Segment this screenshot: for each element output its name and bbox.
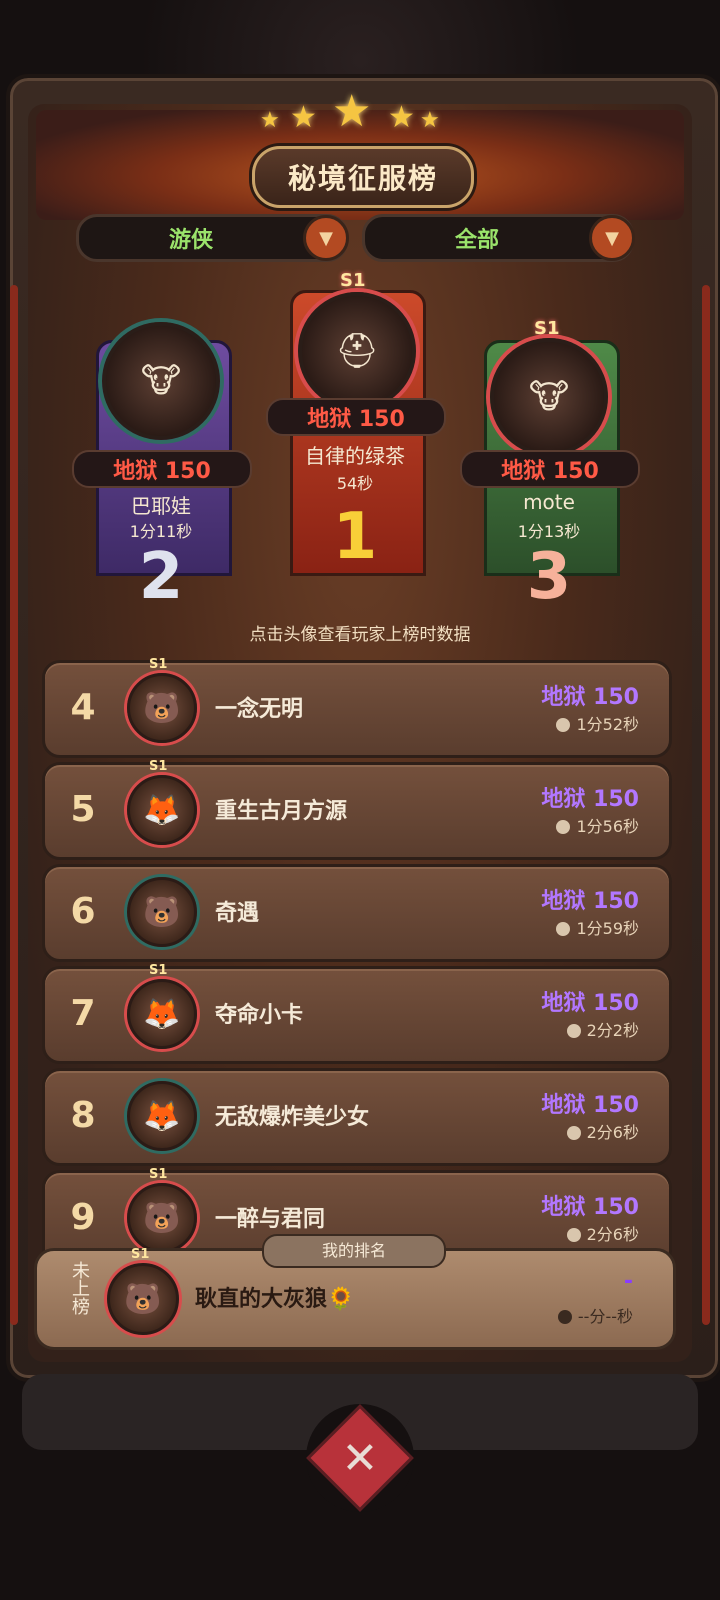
difficulty-label: 地狱 150 bbox=[541, 787, 639, 812]
rank-1-number: 1 bbox=[332, 500, 378, 574]
difficulty-label: - bbox=[623, 1269, 633, 1294]
season-badge: S1 bbox=[149, 759, 168, 774]
season-badge: S1 bbox=[149, 963, 168, 978]
rank-number: 7 bbox=[70, 993, 96, 1034]
fox-avatar-icon[interactable]: 🦊 bbox=[127, 775, 197, 845]
fox-avatar-icon[interactable]: 🦊 bbox=[127, 1081, 197, 1151]
scope-filter-dropdown[interactable]: 全部 ▼ bbox=[362, 214, 635, 262]
scope-filter-label: 全部 bbox=[454, 228, 499, 253]
difficulty-label: 地狱 150 bbox=[541, 1195, 639, 1220]
rank-3-time: 1分13秒 bbox=[517, 522, 581, 541]
player-name: 奇遇 bbox=[215, 901, 260, 926]
season-badge: S1 bbox=[131, 1247, 150, 1262]
helmet-warrior-icon[interactable]: ⛑ bbox=[298, 292, 416, 410]
difficulty-label: 地狱 150 bbox=[541, 685, 639, 710]
my-rank-tag: 我的排名 bbox=[262, 1234, 446, 1268]
bear-avatar-icon[interactable]: 🐻 bbox=[127, 1183, 197, 1253]
ranking-row[interactable]: 7 🦊 S1 夺命小卡 地狱 150 2分2秒 bbox=[42, 963, 672, 1064]
difficulty-label: 地狱 150 bbox=[541, 1093, 639, 1118]
class-filter-label: 游侠 bbox=[168, 228, 213, 253]
player-name: 一念无明 bbox=[215, 697, 304, 722]
ranking-row[interactable]: 6 🐻 奇遇 地狱 150 1分59秒 bbox=[42, 864, 672, 962]
rank-number: 8 bbox=[70, 1095, 96, 1136]
close-button[interactable]: ✕ bbox=[306, 1404, 414, 1512]
right-rail bbox=[702, 285, 710, 1325]
rank-1-time: 54秒 bbox=[336, 474, 374, 493]
chevron-down-icon[interactable]: ▼ bbox=[589, 215, 635, 261]
clock-icon bbox=[556, 922, 571, 936]
player-name: 重生古月方源 bbox=[215, 799, 348, 824]
rank-number: 6 bbox=[70, 891, 96, 932]
season-badge: S1 bbox=[534, 318, 560, 339]
hint-text: 点击头像查看玩家上榜时数据 bbox=[249, 625, 471, 645]
star-icon: ★ bbox=[420, 108, 440, 133]
rank-3-name: mote bbox=[523, 490, 575, 514]
clear-time: 2分2秒 bbox=[566, 1017, 639, 1041]
season-badge: S1 bbox=[340, 270, 366, 291]
player-name: 无敌爆炸美少女 bbox=[215, 1105, 370, 1130]
clear-time-value: 2分6秒 bbox=[586, 1123, 639, 1142]
season-badge: S1 bbox=[149, 657, 168, 672]
my-rank-status: 未上榜 bbox=[69, 1261, 90, 1315]
clear-time: 1分56秒 bbox=[556, 813, 639, 837]
bear-avatar-icon[interactable]: 🐻 bbox=[127, 877, 197, 947]
clear-time: 2分6秒 bbox=[566, 1119, 639, 1143]
clear-time: 2分6秒 bbox=[566, 1221, 639, 1245]
rank-1-name: 自律的绿茶 bbox=[305, 444, 405, 468]
rank-2-name: 巴耶娃 bbox=[131, 494, 191, 518]
ranking-row[interactable]: 4 🐻 S1 一念无明 地狱 150 1分52秒 bbox=[42, 657, 672, 758]
star-icon: ★ bbox=[388, 100, 415, 135]
clear-time-value: 1分59秒 bbox=[576, 919, 639, 938]
rank-2-time: 1分11秒 bbox=[129, 522, 193, 541]
clear-time-value: 1分52秒 bbox=[576, 715, 639, 734]
ranking-row[interactable]: 8 🦊 无敌爆炸美少女 地狱 150 2分6秒 bbox=[42, 1068, 672, 1166]
rank-number: 4 bbox=[70, 687, 96, 728]
rank-2-number: 2 bbox=[138, 540, 184, 614]
fox-avatar-icon[interactable]: 🦊 bbox=[127, 979, 197, 1049]
rank-1-difficulty: 地狱 150 bbox=[266, 398, 446, 436]
clear-time-value: 2分6秒 bbox=[586, 1225, 639, 1244]
season-badge: S1 bbox=[149, 1167, 168, 1182]
clock-icon bbox=[556, 718, 571, 732]
ranking-row[interactable]: 5 🦊 S1 重生古月方源 地狱 150 1分56秒 bbox=[42, 759, 672, 860]
chevron-down-icon[interactable]: ▼ bbox=[303, 215, 349, 261]
rank-number: 9 bbox=[70, 1197, 96, 1238]
clear-time-value: 1分56秒 bbox=[576, 817, 639, 836]
bear-avatar-icon[interactable]: 🐻 bbox=[107, 1263, 179, 1335]
clear-time: 1分52秒 bbox=[556, 711, 639, 735]
rank-number: 5 bbox=[70, 789, 96, 830]
bear-avatar-icon[interactable]: 🐻 bbox=[127, 673, 197, 743]
rank-3-number: 3 bbox=[526, 540, 572, 614]
clear-time: 1分59秒 bbox=[556, 915, 639, 939]
page-title: 秘境征服榜 bbox=[252, 146, 474, 208]
star-icon: ★ bbox=[290, 100, 317, 135]
difficulty-label: 地狱 150 bbox=[541, 889, 639, 914]
clear-time: --分--秒 bbox=[557, 1303, 633, 1327]
rank-2-difficulty: 地狱 150 bbox=[72, 450, 252, 488]
clock-icon bbox=[557, 1310, 572, 1324]
clock-icon bbox=[566, 1126, 581, 1140]
player-name: 夺命小卡 bbox=[215, 1003, 304, 1028]
left-rail bbox=[10, 285, 18, 1325]
player-name: 一醉与君同 bbox=[215, 1207, 326, 1232]
player-name: 耿直的大灰狼🌻 bbox=[195, 1287, 355, 1312]
class-filter-dropdown[interactable]: 游侠 ▼ bbox=[76, 214, 349, 262]
star-icon: ★ bbox=[332, 86, 372, 137]
clock-icon bbox=[556, 820, 571, 834]
clear-time-value: 2分2秒 bbox=[586, 1021, 639, 1040]
clock-icon bbox=[566, 1228, 581, 1242]
clear-time-value: --分--秒 bbox=[577, 1307, 633, 1326]
close-icon: ✕ bbox=[306, 1404, 414, 1512]
rank-3-difficulty: 地狱 150 bbox=[460, 450, 640, 488]
star-icon: ★ bbox=[260, 108, 280, 133]
cow-hero-icon[interactable]: 🐮 bbox=[102, 322, 220, 440]
difficulty-label: 地狱 150 bbox=[541, 991, 639, 1016]
cow-hero-icon[interactable]: 🐮 bbox=[490, 338, 608, 456]
clock-icon bbox=[566, 1024, 581, 1038]
rating-stars: ★ ★ ★ ★ ★ bbox=[260, 86, 460, 137]
